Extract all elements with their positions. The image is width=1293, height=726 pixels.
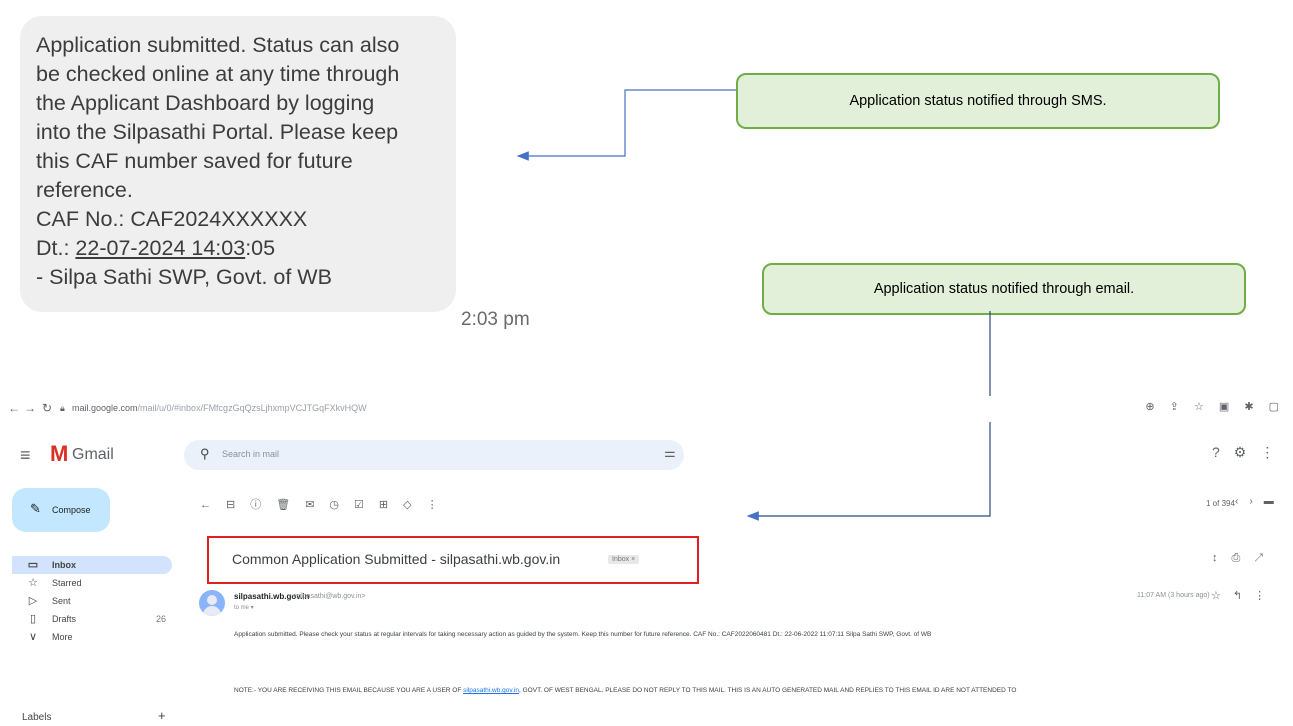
forward-icon[interactable]: → <box>24 401 36 415</box>
sidebar-item-inbox[interactable]: ▭ Inbox <box>12 556 172 574</box>
sidebar-item-label: More <box>52 632 73 642</box>
email-footer-note: NOTE:- YOU ARE RECEIVING THIS EMAIL BECA… <box>234 685 1284 697</box>
sender-email: <silpasathi@wb.gov.in> <box>292 593 366 600</box>
sms-arrow <box>516 89 736 161</box>
pencil-icon: ✎ <box>30 501 41 516</box>
sidebar-item-more[interactable]: ∨ More <box>12 628 172 646</box>
more-icon[interactable]: ⋮ <box>1254 590 1277 602</box>
sms-date-link[interactable]: 22-07-2024 14:03 <box>75 236 245 260</box>
pagination-controls[interactable]: ‹›▬ <box>1235 496 1285 507</box>
expand-icon[interactable]: ↕ <box>1212 552 1232 564</box>
sidebar-item-label: Drafts <box>52 614 77 624</box>
sms-message-text: Application submitted. Status can also be… <box>36 31 446 292</box>
sms-line: this CAF number saved for future <box>36 149 353 173</box>
reply-icon[interactable]: ↰ <box>1233 590 1254 602</box>
footer-text: , GOVT. OF WEST BENGAL. PLEASE DO NOT RE… <box>519 687 1017 694</box>
print-icon[interactable]: ⎙ <box>1232 552 1255 564</box>
search-placeholder[interactable]: Search in mail <box>222 449 279 459</box>
header-actions[interactable]: ?⚙⋮ <box>1212 444 1288 461</box>
sms-signature: - Silpa Sathi SWP, Govt. of WB <box>36 265 332 289</box>
add-task-icon[interactable]: ☑ <box>354 499 379 511</box>
sms-line: be checked online at any time through <box>36 62 400 86</box>
url-field[interactable]: mail.google.com/mail/u/0/#inbox/FMfcgzGq… <box>72 403 367 413</box>
compose-label[interactable]: Compose <box>52 505 91 515</box>
search-options-icon[interactable]: ⚌ <box>664 445 676 461</box>
browser-extension-icons[interactable]: ⊕ ⇪ ☆ ▣ ✱ ▢ <box>1145 400 1285 413</box>
reload-icon[interactable]: ↻ <box>42 401 52 415</box>
snooze-icon[interactable]: ◷ <box>329 499 354 511</box>
gmail-logo-icon[interactable]: M <box>50 441 68 467</box>
email-callout: Application status notified through emai… <box>762 263 1246 315</box>
archive-icon[interactable]: ⊟ <box>226 499 250 511</box>
message-toolbar[interactable]: ←⊟ⓘ🗑︎✉◷☑⊞◇⋮ <box>200 496 453 512</box>
sms-line: reference. <box>36 178 133 202</box>
more-options-icon[interactable]: ⋮ <box>427 499 453 511</box>
message-timestamp: 11:07 AM (3 hours ago) <box>1137 592 1210 599</box>
pagination-count: 1 of 394 <box>1206 499 1235 508</box>
sms-line: the Applicant Dashboard by logging <box>36 91 375 115</box>
back-to-inbox-icon[interactable]: ← <box>200 499 226 511</box>
lock-icon[interactable]: 🔒︎ <box>60 403 65 414</box>
sms-caf-number: CAF No.: CAF2024XXXXXX <box>36 207 308 231</box>
portal-link[interactable]: silpasathi.wb.gov.in <box>463 687 519 694</box>
sender-avatar[interactable] <box>199 590 225 616</box>
sms-timestamp: 2:03 pm <box>461 309 530 330</box>
next-page-icon[interactable]: › <box>1249 496 1263 507</box>
apps-grid-icon[interactable]: ⋮ <box>1260 444 1288 460</box>
sidebar-item-sent[interactable]: ▷ Sent <box>12 592 172 610</box>
footer-text: NOTE:- YOU ARE RECEIVING THIS EMAIL BECA… <box>234 687 464 694</box>
chevron-down-icon: ∨ <box>28 631 38 643</box>
search-icon[interactable]: ⚲ <box>200 446 210 462</box>
url-path: /mail/u/0/#inbox/FMfcgzGqQzsLjhxmpVCJTGq… <box>137 403 367 413</box>
star-icon[interactable]: ☆ <box>1211 590 1233 602</box>
move-to-icon[interactable]: ⊞ <box>379 499 403 511</box>
sms-date-suffix: :05 <box>245 236 276 260</box>
sidebar-item-label: Starred <box>52 578 82 588</box>
sidebar-item-drafts[interactable]: ▯ Drafts 26 <box>12 610 172 628</box>
settings-icon[interactable]: ⚙ <box>1234 444 1261 460</box>
recipient-toggle[interactable]: to me ▾ <box>234 604 254 611</box>
add-label-icon[interactable]: + <box>158 708 166 723</box>
email-subject: Common Application Submitted - silpasath… <box>232 551 561 567</box>
sms-date-prefix: Dt.: <box>36 236 76 260</box>
sms-date: Dt.: 22-07-2024 14:03:05 <box>36 234 446 263</box>
main-menu-icon[interactable]: ≡ <box>20 445 31 466</box>
sidebar-item-starred[interactable]: ☆ Starred <box>12 574 172 592</box>
message-actions[interactable]: ☆↰⋮ <box>1211 589 1277 602</box>
back-icon[interactable]: ← <box>8 401 20 415</box>
inbox-icon: ▭ <box>27 559 39 571</box>
gmail-brand[interactable]: Gmail <box>72 446 114 464</box>
sidebar-item-label: Sent <box>52 596 71 606</box>
sms-line: Application submitted. Status can also <box>36 33 400 57</box>
sidebar-item-label: Inbox <box>52 560 76 570</box>
sidebar-item-count: 26 <box>155 614 166 624</box>
labels-heading: Labels <box>22 712 52 723</box>
delete-icon[interactable]: 🗑︎ <box>276 499 305 511</box>
prev-page-icon[interactable]: ‹ <box>1235 496 1249 507</box>
keyboard-icon[interactable]: ▬ <box>1264 496 1285 507</box>
url-host: mail.google.com <box>72 403 138 413</box>
star-icon: ☆ <box>28 577 38 589</box>
help-icon[interactable]: ? <box>1212 444 1234 460</box>
open-new-window-icon[interactable]: ↗ <box>1254 552 1277 564</box>
sms-line: into the Silpasathi Portal. Please keep <box>36 120 399 144</box>
label-icon[interactable]: ◇ <box>403 499 426 511</box>
inbox-label-chip[interactable]: Inbox × <box>608 555 640 564</box>
email-body-text: Application submitted. Please check your… <box>234 631 932 638</box>
report-spam-icon[interactable]: ⓘ <box>250 499 276 511</box>
sms-callout: Application status notified through SMS. <box>736 73 1220 129</box>
mark-unread-icon[interactable]: ✉ <box>305 499 329 511</box>
subject-actions[interactable]: ↕⎙↗ <box>1212 552 1277 565</box>
draft-icon: ▯ <box>29 613 37 625</box>
send-icon: ▷ <box>28 595 38 607</box>
